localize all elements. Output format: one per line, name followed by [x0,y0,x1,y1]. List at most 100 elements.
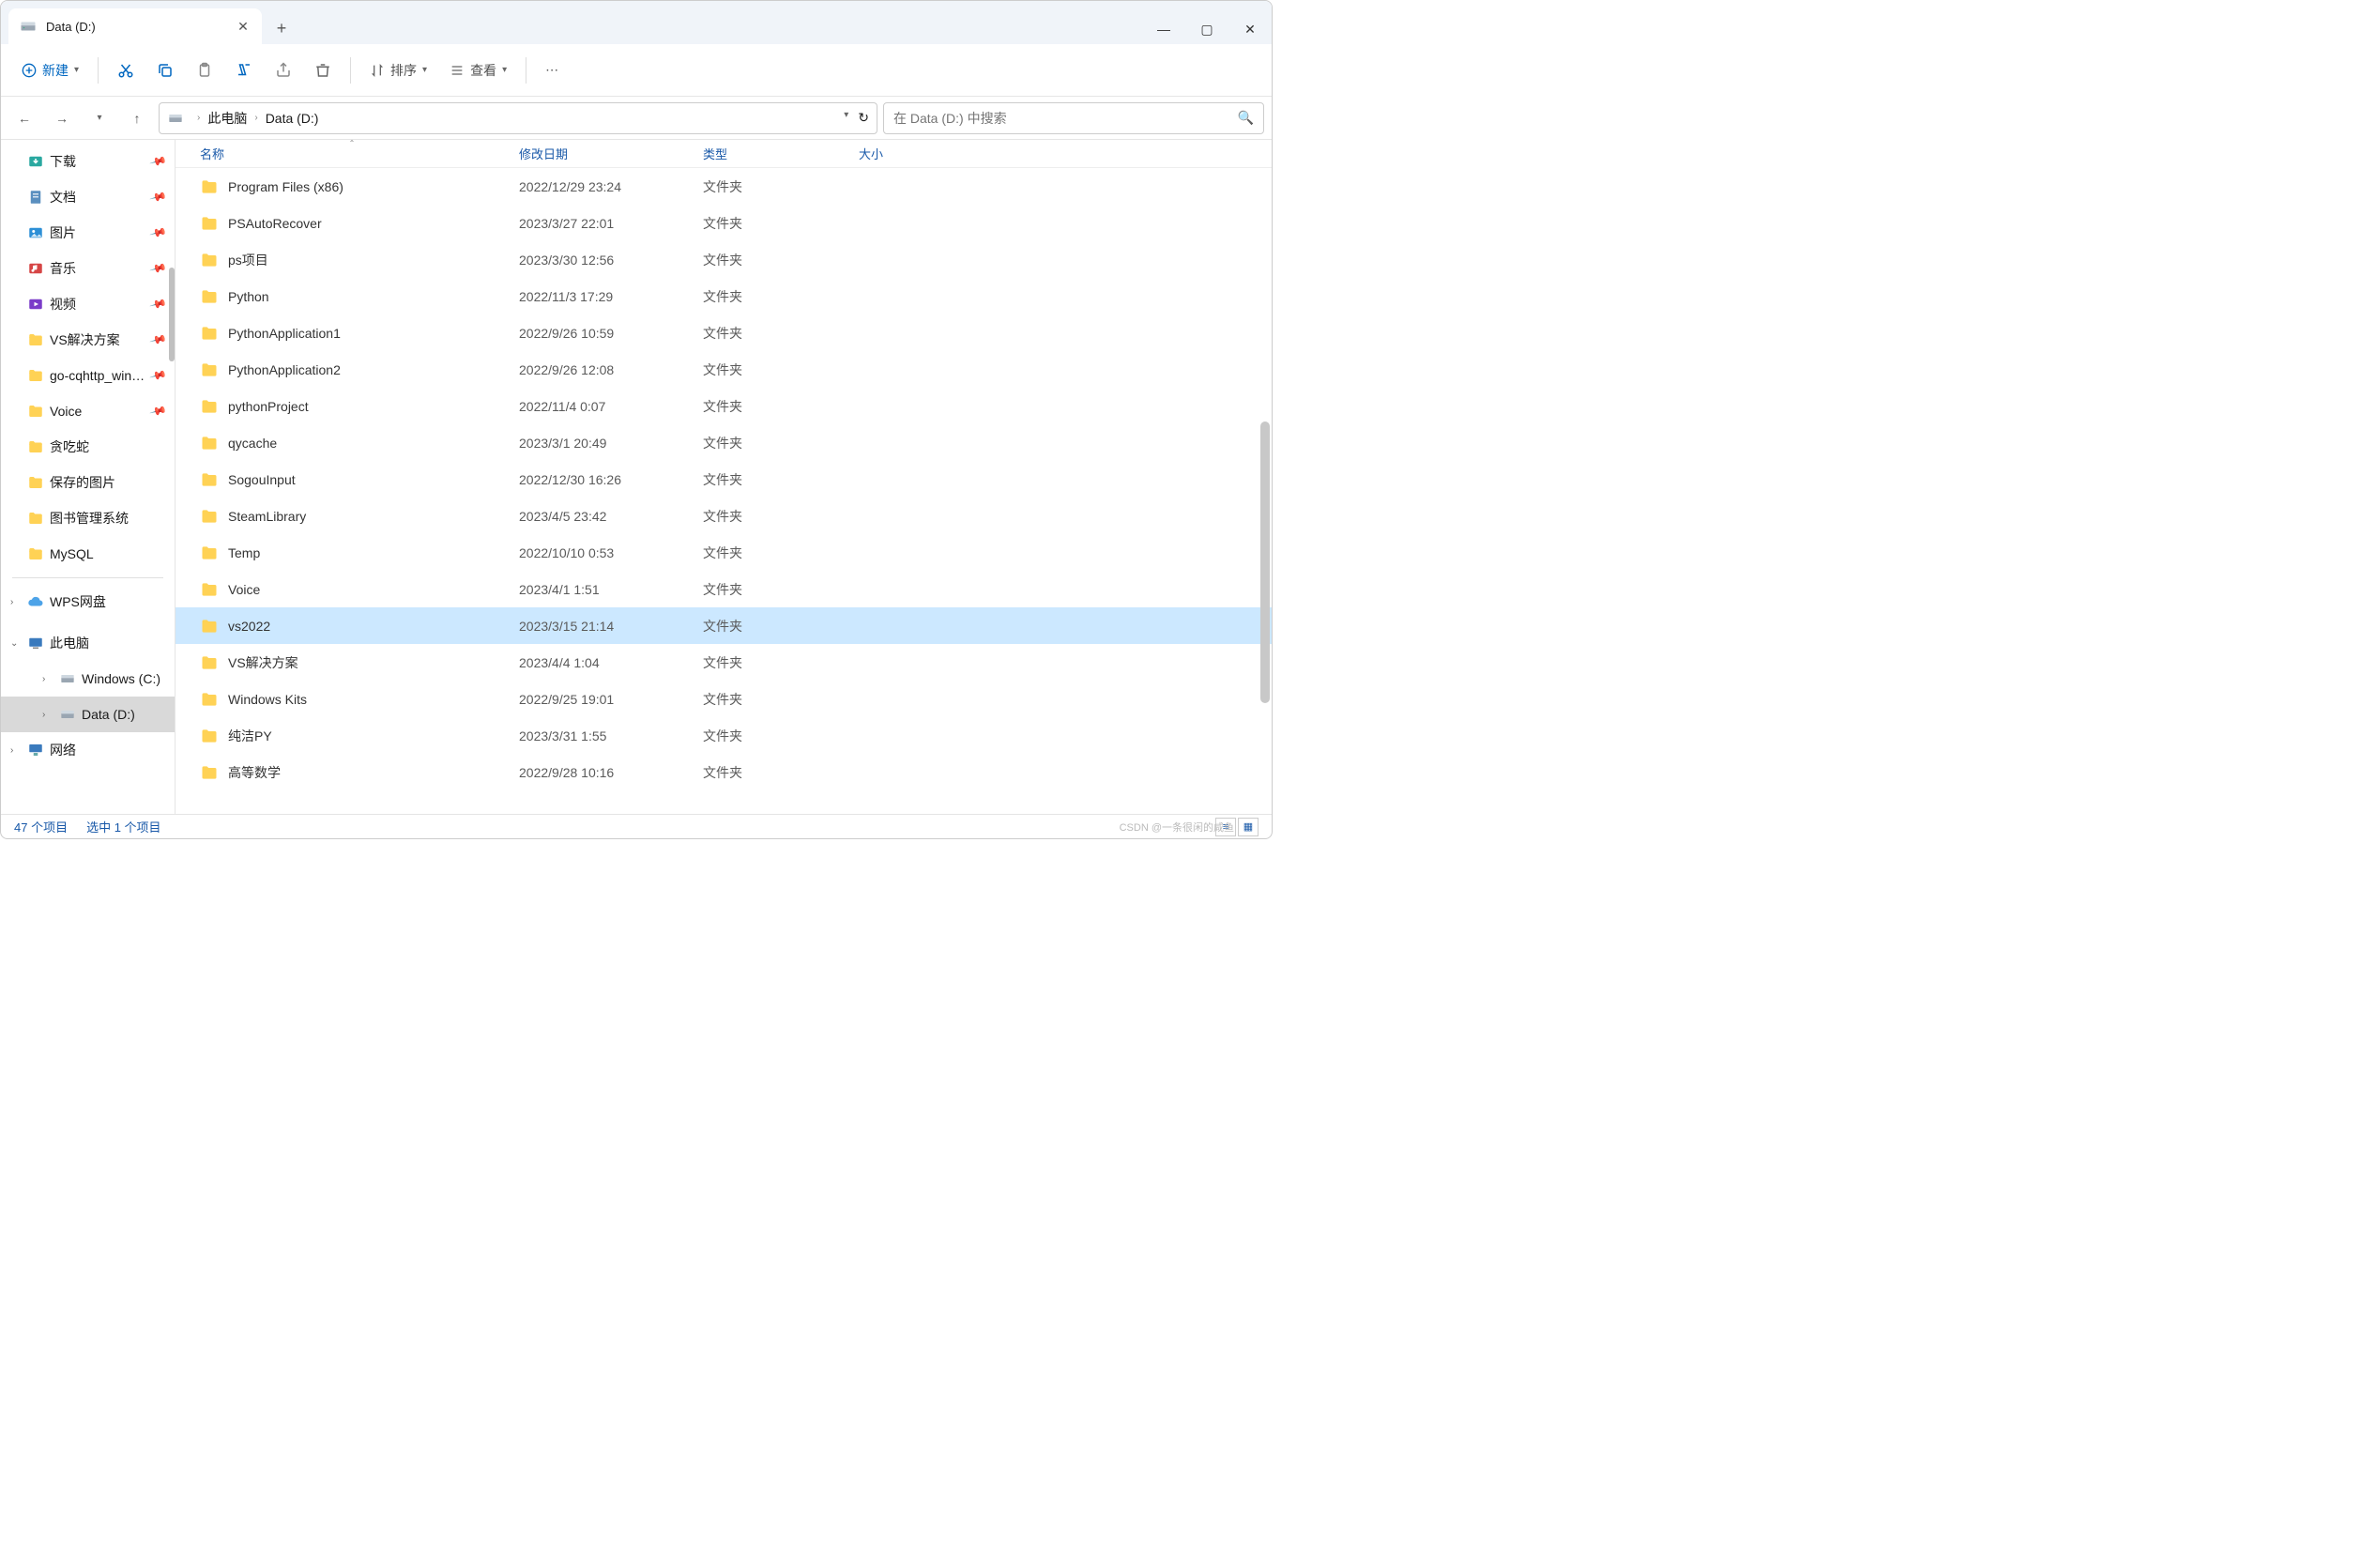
pin-icon: 📌 [149,223,168,242]
sidebar-item[interactable]: 贪吃蛇 [1,429,175,465]
cell-date: 2022/9/28 10:16 [511,765,695,780]
more-button[interactable]: ⋯ [536,54,568,87]
nav-pane[interactable]: 下载📌文档📌图片📌音乐📌视频📌VS解决方案📌go-cqhttp_windows📌… [1,140,175,814]
cell-type: 文件夹 [695,727,851,745]
table-row[interactable]: ps项目2023/3/30 12:56文件夹 [175,241,1272,278]
refresh-button[interactable]: ↻ [858,110,869,126]
column-date[interactable]: 修改日期 [511,145,695,162]
chevron-right-icon: › [10,745,22,756]
watermark: CSDN @一条很闲的咸鱼 [1120,820,1234,835]
table-row[interactable]: Program Files (x86)2022/12/29 23:24文件夹 [175,168,1272,205]
minimize-button[interactable]: — [1142,14,1185,44]
table-row[interactable]: Windows Kits2022/9/25 19:01文件夹 [175,681,1272,717]
tab-active[interactable]: Data (D:) ✕ [8,8,262,44]
recent-chevron[interactable]: ▾ [84,102,115,134]
cell-name: vs2022 [192,617,511,636]
history-chevron[interactable]: ▾ [844,110,848,126]
table-row[interactable]: vs20222023/3/15 21:14文件夹 [175,607,1272,644]
table-row[interactable]: PythonApplication12022/9/26 10:59文件夹 [175,314,1272,351]
drive-icon [59,670,76,687]
table-row[interactable]: VS解决方案2023/4/4 1:04文件夹 [175,644,1272,681]
separator [98,57,99,84]
table-row[interactable]: 纯洁PY2023/3/31 1:55文件夹 [175,717,1272,754]
cut-button[interactable] [108,54,144,87]
new-tab-button[interactable]: + [266,12,298,44]
cell-date: 2023/4/4 1:04 [511,655,695,670]
chevron-right-icon: › [42,674,53,684]
sidebar-item-drive[interactable]: ›Windows (C:) [1,661,175,697]
sidebar-item-drive[interactable]: ›Data (D:) [1,697,175,732]
folder-icon [27,367,44,384]
forward-button[interactable]: → [46,102,78,134]
sidebar-item[interactable]: 图书管理系统 [1,500,175,536]
copy-button[interactable] [147,54,183,87]
table-row[interactable]: Python2022/11/3 17:29文件夹 [175,278,1272,314]
cell-date: 2022/9/26 10:59 [511,326,695,341]
paste-button[interactable] [187,54,222,87]
back-button[interactable]: ← [8,102,40,134]
sidebar-item[interactable]: go-cqhttp_windows📌 [1,358,175,393]
divider [12,577,163,578]
table-row[interactable]: 高等数学2022/9/28 10:16文件夹 [175,754,1272,790]
new-button[interactable]: 新建 ▾ [12,54,88,87]
maximize-button[interactable]: ▢ [1185,14,1228,44]
cell-date: 2023/3/1 20:49 [511,436,695,451]
sidebar-item[interactable]: 文档📌 [1,179,175,215]
cell-name: VS解决方案 [192,653,511,672]
table-row[interactable]: qycache2023/3/1 20:49文件夹 [175,424,1272,461]
sidebar-item-thispc[interactable]: ⌄ 此电脑 [1,625,175,661]
sidebar-item[interactable]: MySQL [1,536,175,572]
scrollbar-thumb[interactable] [169,268,175,361]
table-row[interactable]: Temp2022/10/10 0:53文件夹 [175,534,1272,571]
close-button[interactable]: ✕ [1228,14,1272,44]
column-type[interactable]: 类型 [695,145,851,162]
sidebar-item[interactable]: 视频📌 [1,286,175,322]
table-row[interactable]: Voice2023/4/1 1:51文件夹 [175,571,1272,607]
sidebar-item[interactable]: 下载📌 [1,144,175,179]
sidebar-item[interactable]: VS解决方案📌 [1,322,175,358]
sidebar-item-network[interactable]: › 网络 [1,732,175,768]
scrollbar-thumb[interactable] [1260,421,1270,703]
main-area: 下载📌文档📌图片📌音乐📌视频📌VS解决方案📌go-cqhttp_windows📌… [1,140,1272,814]
table-row[interactable]: pythonProject2022/11/4 0:07文件夹 [175,388,1272,424]
sidebar-item-wps[interactable]: › WPS网盘 [1,584,175,620]
sort-button[interactable]: 排序 ▾ [360,54,436,87]
share-button[interactable] [266,54,301,87]
table-row[interactable]: PythonApplication22022/9/26 12:08文件夹 [175,351,1272,388]
sidebar-item[interactable]: Voice📌 [1,393,175,429]
table-row[interactable]: SogouInput2022/12/30 16:26文件夹 [175,461,1272,498]
search-input[interactable] [893,111,1238,126]
cell-date: 2023/3/27 22:01 [511,216,695,231]
pictures-icon [27,224,44,241]
cell-name: Python [192,287,511,306]
breadcrumb-segment[interactable]: Data (D:) [262,109,323,128]
column-name[interactable]: 名称⌃ [192,145,511,162]
sidebar-item[interactable]: 图片📌 [1,215,175,251]
sidebar-item[interactable]: 保存的图片 [1,465,175,500]
rename-button[interactable] [226,54,262,87]
rows-container: Program Files (x86)2022/12/29 23:24文件夹PS… [175,168,1272,814]
icons-view-button[interactable]: ▦ [1238,818,1259,836]
cell-type: 文件夹 [695,763,851,782]
sidebar-label: 此电脑 [50,634,165,652]
delete-button[interactable] [305,54,341,87]
breadcrumb-segment[interactable]: 此电脑 [204,107,251,130]
status-bar: 47 个项目 选中 1 个项目 ≡ ▦ [1,814,1272,838]
chevron-right-icon: › [197,113,200,123]
view-button[interactable]: 查看 ▾ [440,54,516,87]
new-label: 新建 [42,61,69,80]
table-row[interactable]: SteamLibrary2023/4/5 23:42文件夹 [175,498,1272,534]
pc-icon [27,635,44,651]
chevron-right-icon: › [42,710,53,720]
search-box[interactable]: 🔍 [883,102,1264,134]
cell-type: 文件夹 [695,544,851,562]
tab-close-icon[interactable]: ✕ [236,19,251,34]
sidebar-label: 音乐 [50,259,145,278]
table-row[interactable]: PSAutoRecover2023/3/27 22:01文件夹 [175,205,1272,241]
up-button[interactable]: ↑ [121,102,153,134]
search-icon[interactable]: 🔍 [1238,110,1254,126]
column-size[interactable]: 大小 [851,145,964,162]
address-bar[interactable]: › 此电脑 › Data (D:) ▾ ↻ [159,102,877,134]
sidebar-item[interactable]: 音乐📌 [1,251,175,286]
cell-date: 2023/4/5 23:42 [511,509,695,524]
